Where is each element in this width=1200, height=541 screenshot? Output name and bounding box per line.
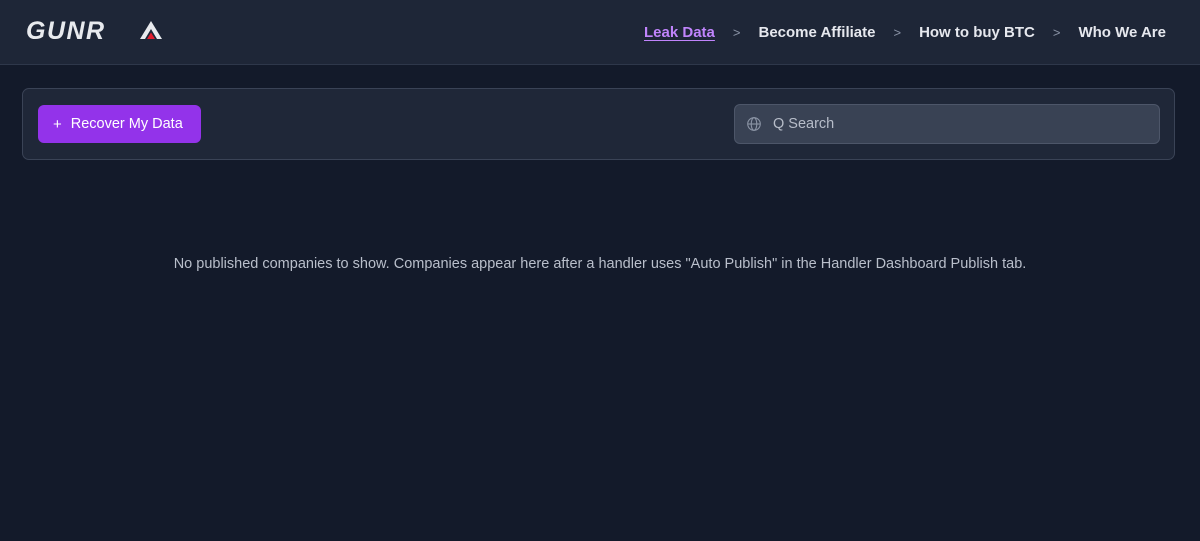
top-navigation-bar: GUNR Leak Data > Become Affiliate > How … bbox=[0, 0, 1200, 65]
nav-how-to-buy-btc[interactable]: How to buy BTC bbox=[919, 24, 1035, 41]
logo-wordmark: GUNR bbox=[26, 17, 162, 45]
nav-who-we-are[interactable]: Who We Are bbox=[1078, 24, 1166, 41]
nav-become-affiliate[interactable]: Become Affiliate bbox=[758, 24, 875, 41]
plus-icon: + bbox=[53, 115, 62, 133]
recover-my-data-button[interactable]: + Recover My Data bbox=[38, 105, 201, 143]
nav-separator: > bbox=[732, 24, 741, 40]
nav-leak-data[interactable]: Leak Data bbox=[644, 24, 715, 41]
toolbar-panel: + Recover My Data bbox=[22, 88, 1175, 160]
globe-icon bbox=[747, 117, 761, 131]
main-nav: Leak Data > Become Affiliate > How to bu… bbox=[644, 0, 1166, 64]
empty-state-message: No published companies to show. Companie… bbox=[173, 256, 1027, 272]
search-input[interactable] bbox=[773, 105, 1153, 143]
svg-text:GUNR: GUNR bbox=[26, 17, 106, 45]
nav-separator: > bbox=[1052, 24, 1061, 40]
nav-separator: > bbox=[893, 24, 902, 40]
gunra-logo[interactable]: GUNR bbox=[26, 17, 168, 45]
search-box[interactable] bbox=[734, 104, 1160, 144]
recover-button-label: Recover My Data bbox=[70, 116, 183, 132]
